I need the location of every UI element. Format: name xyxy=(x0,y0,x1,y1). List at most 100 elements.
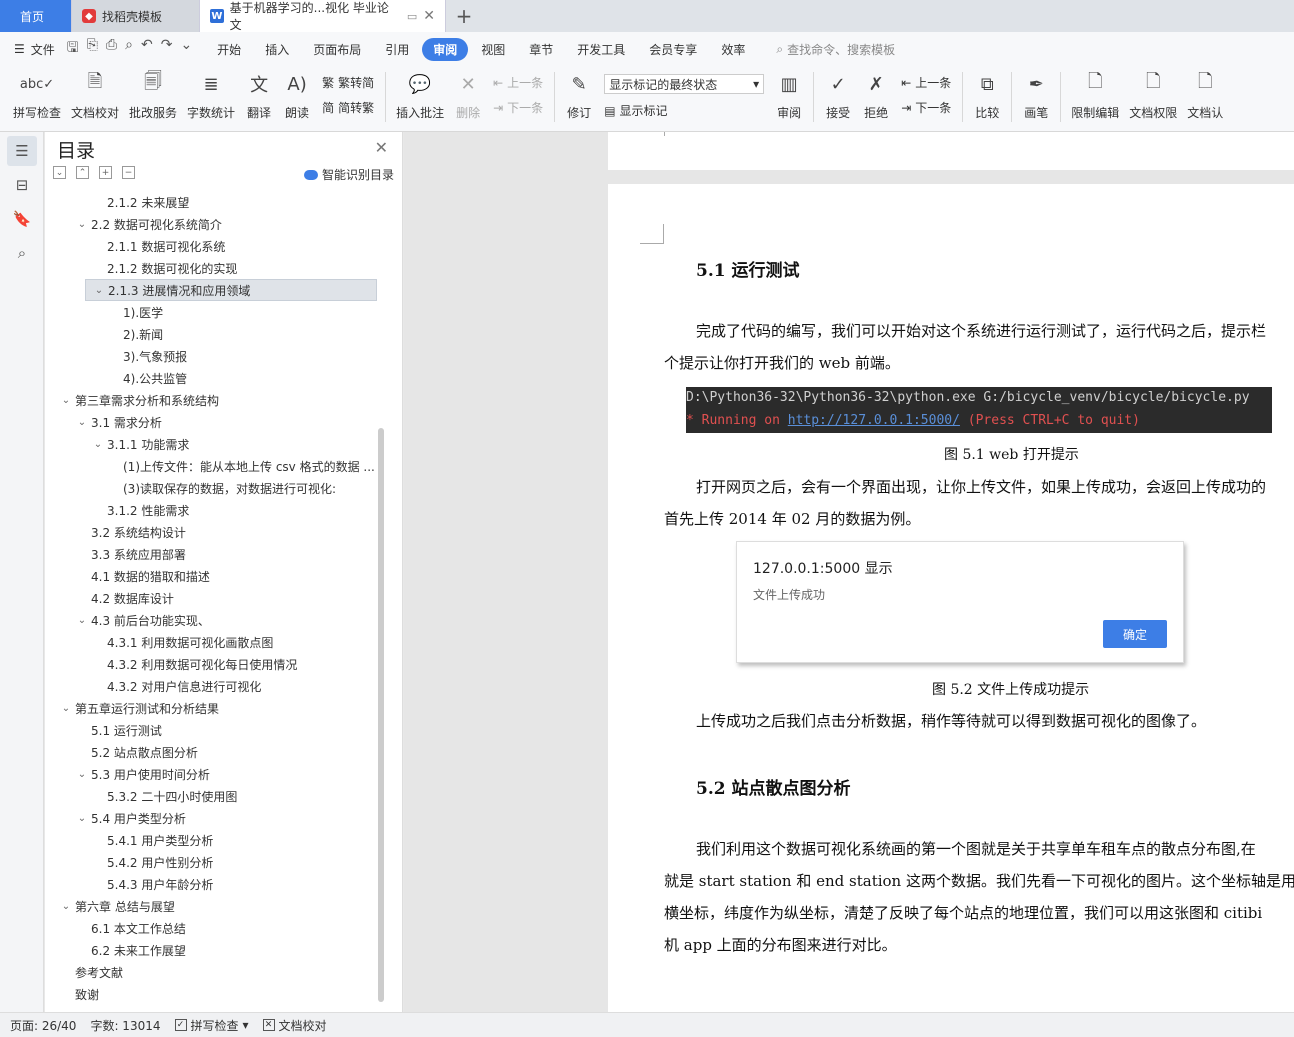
toc-item[interactable]: 1).医学 xyxy=(45,301,385,323)
file-menu[interactable]: ☰ 文件 xyxy=(14,41,55,58)
chevron-down-icon[interactable]: ⌄ xyxy=(75,813,89,824)
toc-item[interactable]: 4.3.2 利用数据可视化每日使用情况 xyxy=(45,653,385,675)
status-spell-check[interactable]: ✓ 拼写检查 ▾ xyxy=(174,1017,249,1034)
collapse-all-icon[interactable]: ⌄ xyxy=(53,166,66,179)
next-comment-button[interactable]: ⇥ 下一条 xyxy=(493,99,543,116)
toc-item[interactable]: 致谢 xyxy=(45,983,385,1005)
toc-item[interactable]: 4.3.2 对用户信息进行可视化 xyxy=(45,675,385,697)
restrict-edit-button[interactable]: 🗋 限制编辑 xyxy=(1066,70,1124,124)
close-tab-icon[interactable]: ✕ xyxy=(423,8,435,24)
toc-item[interactable]: 2).新闻 xyxy=(45,323,385,345)
toc-item[interactable]: 3.1.2 性能需求 xyxy=(45,499,385,521)
tab-template[interactable]: ◆ 找稻壳模板 xyxy=(72,0,200,32)
toc-item[interactable]: 4).公共监管 xyxy=(45,367,385,389)
toc-item[interactable]: (3)读取保存的数据，对数据进行可视化: xyxy=(45,477,385,499)
menu-tab[interactable]: 页面布局 xyxy=(302,38,372,61)
toc-item[interactable]: 5.1 运行测试 xyxy=(45,719,385,741)
reject-button[interactable]: ✗ 拒绝 xyxy=(857,70,895,124)
menu-tab[interactable]: 开发工具 xyxy=(566,38,636,61)
bookmark-icon[interactable]: 🔖 xyxy=(7,204,37,234)
more-icon[interactable]: ⌄ xyxy=(180,37,192,61)
toc-item[interactable]: 2.1.2 未来展望 xyxy=(45,191,385,213)
chevron-down-icon[interactable]: ⌄ xyxy=(92,285,106,296)
delete-comment-button[interactable]: ✕ 删除 xyxy=(449,70,487,124)
menu-tab[interactable]: 会员专享 xyxy=(638,38,708,61)
prev-revision-button[interactable]: ⇤ 上一条 xyxy=(901,74,951,91)
smart-toc-button[interactable]: 智能识别目录 xyxy=(303,166,394,183)
add-heading-icon[interactable]: + xyxy=(99,166,112,179)
chevron-down-icon[interactable]: ⌄ xyxy=(75,417,89,428)
next-revision-button[interactable]: ⇥ 下一条 xyxy=(901,99,951,116)
close-icon[interactable]: ✕ xyxy=(375,138,388,157)
menu-tab[interactable]: 章节 xyxy=(518,38,564,61)
redo-icon[interactable]: ↷ xyxy=(161,37,173,61)
toc-item[interactable]: 参考文献 xyxy=(45,961,385,983)
batch-service-button[interactable]: 🗐 批改服务 xyxy=(124,70,182,124)
toc-item[interactable]: 5.4.3 用户年龄分析 xyxy=(45,873,385,895)
chevron-down-icon[interactable]: ⌄ xyxy=(59,703,73,714)
chevron-down-icon[interactable]: ⌄ xyxy=(75,769,89,780)
command-search[interactable]: ⌕ 查找命令、搜索模板 xyxy=(776,41,895,58)
toc-item[interactable]: ⌄ 第三章需求分析和系统结构 xyxy=(45,389,385,411)
trad-to-simp-button[interactable]: 繁繁转简 xyxy=(322,74,374,91)
pen-button[interactable]: ✒ 画笔 xyxy=(1017,70,1055,124)
menu-tab[interactable]: 审阅 xyxy=(422,37,469,61)
toc-item[interactable]: 6.2 未来工作展望 xyxy=(45,939,385,961)
toc-panel-icon[interactable]: ☰ xyxy=(7,136,37,166)
chevron-down-icon[interactable]: ⌄ xyxy=(75,219,89,230)
status-proofread[interactable]: ✕ 文档校对 xyxy=(262,1017,327,1034)
menu-tab[interactable]: 视图 xyxy=(470,38,516,61)
toc-item[interactable]: ⌄ 5.4 用户类型分析 xyxy=(45,807,385,829)
menu-tab[interactable]: 插入 xyxy=(254,38,300,61)
toc-item[interactable]: 4.1 数据的猎取和描述 xyxy=(45,565,385,587)
toc-item[interactable]: 3.3 系统应用部署 xyxy=(45,543,385,565)
toc-item[interactable]: (1)上传文件：能从本地上传 csv 格式的数据 ... xyxy=(45,455,385,477)
spell-check-button[interactable]: abc✓ 拼写检查 xyxy=(8,70,66,124)
toc-item[interactable]: 5.3.2 二十四小时使用图 xyxy=(45,785,385,807)
menu-tab[interactable]: 开始 xyxy=(206,38,252,61)
page-indicator[interactable]: 页面: 26/40 xyxy=(10,1017,76,1034)
toc-item[interactable]: 3.2 系统结构设计 xyxy=(45,521,385,543)
expand-all-icon[interactable]: ⌃ xyxy=(76,166,89,179)
chevron-down-icon[interactable]: ⌄ xyxy=(91,439,105,450)
toc-item[interactable]: ⌄ 第五章运行测试和分析结果 xyxy=(45,697,385,719)
toc-item[interactable]: ⌄ 5.3 用户使用时间分析 xyxy=(45,763,385,785)
doc-permission-button[interactable]: 🗋 文档权限 xyxy=(1124,70,1182,124)
undo-icon[interactable]: ↶ xyxy=(141,37,153,61)
toc-item[interactable]: ⌄ 第六章 总结与展望 xyxy=(45,895,385,917)
read-aloud-button[interactable]: A) 朗读 xyxy=(278,70,316,124)
accept-button[interactable]: ✓ 接受 xyxy=(819,70,857,124)
toc-item[interactable]: 3).气象预报 xyxy=(45,345,385,367)
compare-button[interactable]: ⧉ 比较 xyxy=(968,70,1006,124)
toc-scrollbar[interactable] xyxy=(378,428,384,1002)
search-icon[interactable]: ⌕ xyxy=(7,238,37,268)
export-icon[interactable]: ⎘ xyxy=(87,37,98,61)
toc-item[interactable]: ⌄ 3.1.1 功能需求 xyxy=(45,433,385,455)
menu-tab[interactable]: 效率 xyxy=(710,38,756,61)
track-changes-button[interactable]: ✎ 修订 xyxy=(560,70,598,124)
toc-item[interactable]: 4.2 数据库设计 xyxy=(45,587,385,609)
chevron-down-icon[interactable]: ⌄ xyxy=(75,615,89,626)
toc-item[interactable]: 2.1.2 数据可视化的实现 xyxy=(45,257,385,279)
menu-tab[interactable]: 引用 xyxy=(374,38,420,61)
word-count-button[interactable]: ≣ 字数统计 xyxy=(182,70,240,124)
simp-to-trad-button[interactable]: 简简转繁 xyxy=(322,99,374,116)
proofread-button[interactable]: 🗎 文档校对 xyxy=(66,70,124,124)
translate-button[interactable]: 文翻译 xyxy=(240,70,278,124)
new-tab-button[interactable]: + xyxy=(446,0,482,32)
screen-icon[interactable]: ▭ xyxy=(407,10,417,23)
chevron-down-icon[interactable]: ⌄ xyxy=(59,395,73,406)
toc-item[interactable]: ⌄ 3.1 需求分析 xyxy=(45,411,385,433)
show-markup-button[interactable]: ▤ 显示标记 xyxy=(604,102,764,119)
toc-item[interactable]: 5.4.2 用户性别分析 xyxy=(45,851,385,873)
word-count[interactable]: 字数: 13014 xyxy=(90,1017,160,1034)
markup-select[interactable]: 显示标记的最终状态 ▾ xyxy=(604,74,765,94)
toc-item[interactable]: 5.4.1 用户类型分析 xyxy=(45,829,385,851)
insert-comment-button[interactable]: 💬 插入批注 xyxy=(391,70,449,124)
toc-item[interactable]: 2.1.1 数据可视化系统 xyxy=(45,235,385,257)
review-pane-button[interactable]: ▥ 审阅 xyxy=(770,70,808,124)
toc-item[interactable]: ⌄ 2.1.3 进展情况和应用领域 xyxy=(85,279,377,301)
print-preview-icon[interactable]: ⌕ xyxy=(125,37,133,61)
toc-item[interactable]: ⌄ 4.3 前后台功能实现、 xyxy=(45,609,385,631)
toc-item[interactable]: 5.2 站点散点图分析 xyxy=(45,741,385,763)
